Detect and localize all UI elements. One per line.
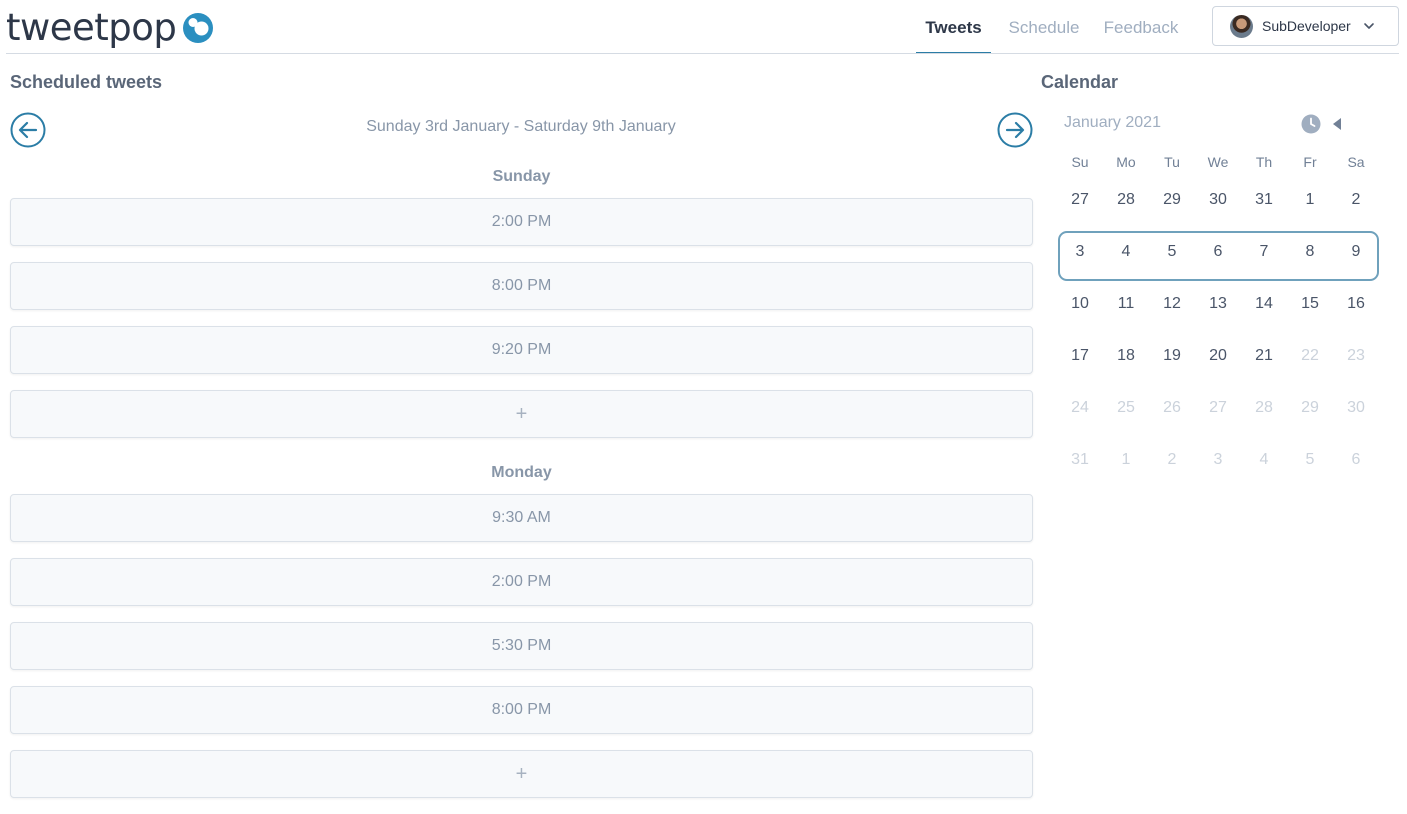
calendar-day[interactable]: 4 [1103,243,1149,261]
calendar-day[interactable]: 6 [1333,451,1379,469]
calendar-day[interactable]: 23 [1333,347,1379,365]
tab-feedback-label: Feedback [1103,18,1179,37]
calendar-day[interactable]: 24 [1057,399,1103,417]
calendar-day[interactable]: 4 [1241,451,1287,469]
calendar-day[interactable]: 19 [1149,347,1195,365]
arrow-left-circle-icon[interactable] [10,112,46,148]
tab-tweets-label: Tweets [925,18,982,37]
add-slot-button[interactable]: + [10,390,1033,438]
calendar-day[interactable]: 25 [1103,399,1149,417]
calendar-day[interactable]: 1 [1103,451,1149,469]
weekday-label: Su [1071,154,1089,170]
calendar-day[interactable]: 31 [1057,451,1103,469]
calendar-day[interactable]: 13 [1195,295,1241,313]
calendar-week-row: 3456789 [1057,226,1379,278]
calendar-day[interactable]: 30 [1333,399,1379,417]
day-name: Monday [491,464,552,481]
arrow-right-circle-icon[interactable] [997,112,1033,148]
calendar-day[interactable]: 3 [1057,243,1103,261]
tab-schedule[interactable]: Schedule [1000,0,1088,54]
calendar-day[interactable]: 27 [1057,191,1103,209]
calendar-day[interactable]: 9 [1333,243,1379,261]
weekday-label: We [1207,154,1229,170]
calendar-day[interactable]: 2 [1333,191,1379,209]
time-slot[interactable]: 9:20 PM [10,326,1033,374]
clock-icon[interactable] [1301,114,1321,134]
weekday-label: Tu [1164,154,1180,170]
calendar-day[interactable]: 15 [1287,295,1333,313]
weekday-label: Fr [1303,154,1317,170]
calendar-day[interactable]: 28 [1241,399,1287,417]
calendar-day[interactable]: 29 [1287,399,1333,417]
logo-text: tweetpop [6,6,177,49]
calendar-day[interactable]: 6 [1195,243,1241,261]
calendar-day[interactable]: 8 [1287,243,1333,261]
day-monday: Monday 9:30 AM 2:00 PM 5:30 PM 8:00 PM + [10,464,1033,814]
calendar-day[interactable]: 22 [1287,347,1333,365]
calendar-day[interactable]: 31 [1241,191,1287,209]
time-slot[interactable]: 8:00 PM [10,686,1033,734]
calendar-day[interactable]: 10 [1057,295,1103,313]
calendar-day[interactable]: 7 [1241,243,1287,261]
calendar-day[interactable]: 5 [1149,243,1195,261]
weekday-label: Th [1255,154,1273,170]
calendar-day[interactable]: 3 [1195,451,1241,469]
calendar-day[interactable]: 2 [1149,451,1195,469]
calendar-week-row: 27 28 29 30 31 1 2 [1057,174,1379,226]
time-slot[interactable]: 5:30 PM [10,622,1033,670]
calendar-title: Calendar [1041,72,1119,92]
logo[interactable]: tweetpop [6,6,214,50]
calendar-day[interactable]: 5 [1287,451,1333,469]
calendar-day[interactable]: 12 [1149,295,1195,313]
scheduled-tweets-title: Scheduled tweets [10,72,163,92]
day-sunday: Sunday 2:00 PM 8:00 PM 9:20 PM + [10,168,1033,454]
day-name: Sunday [492,168,551,185]
calendar-week-row: 10 11 12 13 14 15 16 [1057,278,1379,330]
calendar-day[interactable]: 26 [1149,399,1195,417]
header-divider [6,53,1399,54]
tab-tweets[interactable]: Tweets [916,0,991,54]
time-slot[interactable]: 9:30 AM [10,494,1033,542]
weekday-header-row: Su Mo Tu We Th Fr Sa [1057,150,1379,174]
calendar-day[interactable]: 1 [1287,191,1333,209]
calendar-day[interactable]: 29 [1149,191,1195,209]
calendar-month-label[interactable]: January 2021 [1064,114,1161,132]
weekday-label: Sa [1347,154,1365,170]
calendar-day[interactable]: 20 [1195,347,1241,365]
chevron-down-icon [1363,23,1374,29]
tweetpop-logo-icon [183,13,214,43]
avatar [1230,14,1253,38]
week-range-label: Sunday 3rd January - Saturday 9th Januar… [366,118,676,135]
calendar-week-row: 24 25 26 27 28 29 30 [1057,382,1379,434]
calendar-day[interactable]: 11 [1103,295,1149,313]
calendar-day[interactable]: 28 [1103,191,1149,209]
weekday-label: Mo [1116,154,1136,170]
user-menu-button[interactable]: SubDeveloper [1212,6,1399,46]
calendar-day[interactable]: 14 [1241,295,1287,313]
calendar-day[interactable]: 30 [1195,191,1241,209]
calendar-grid: Su Mo Tu We Th Fr Sa 27 28 29 30 31 1 2 3 4 5 6 7 8 9… [1057,150,1379,486]
time-slot[interactable]: 8:00 PM [10,262,1033,310]
calendar-day[interactable]: 21 [1241,347,1287,365]
calendar-day[interactable]: 16 [1333,295,1379,313]
calendar-week-row: 31 1 2 3 4 5 6 [1057,434,1379,486]
calendar-day[interactable]: 18 [1103,347,1149,365]
top-header: tweetpop Tweets Schedule Feedback SubDev… [0,0,1407,54]
calendar-day[interactable]: 17 [1057,347,1103,365]
user-name: SubDeveloper [1262,18,1351,34]
calendar-day[interactable]: 27 [1195,399,1241,417]
time-slot[interactable]: 2:00 PM [10,558,1033,606]
time-slot[interactable]: 2:00 PM [10,198,1033,246]
tab-schedule-label: Schedule [1008,18,1080,37]
add-slot-button[interactable]: + [10,750,1033,798]
tab-feedback[interactable]: Feedback [1096,0,1186,54]
calendar-week-row: 17 18 19 20 21 22 23 [1057,330,1379,382]
caret-left-icon[interactable] [1330,117,1344,131]
